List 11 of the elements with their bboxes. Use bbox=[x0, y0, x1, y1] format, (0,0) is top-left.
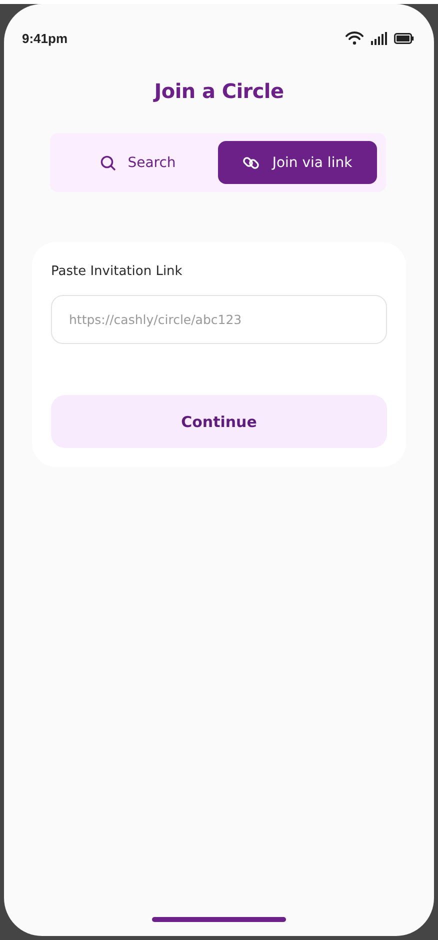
tab[interactable]: Join via link bbox=[218, 141, 377, 184]
signal-icon bbox=[371, 32, 387, 44]
page-title: Join a Circle bbox=[152, 79, 285, 103]
field-label: Paste Invitation Link bbox=[51, 264, 184, 279]
status-time: 9:41pm bbox=[22, 30, 68, 46]
tab[interactable]: Search bbox=[58, 141, 218, 184]
search-icon bbox=[100, 154, 116, 170]
continue-button[interactable]: Continue bbox=[51, 395, 387, 448]
input-field[interactable]: https://cashly/circle/abc123 bbox=[51, 295, 387, 344]
wifi-icon bbox=[345, 31, 364, 45]
battery-icon bbox=[394, 32, 414, 44]
